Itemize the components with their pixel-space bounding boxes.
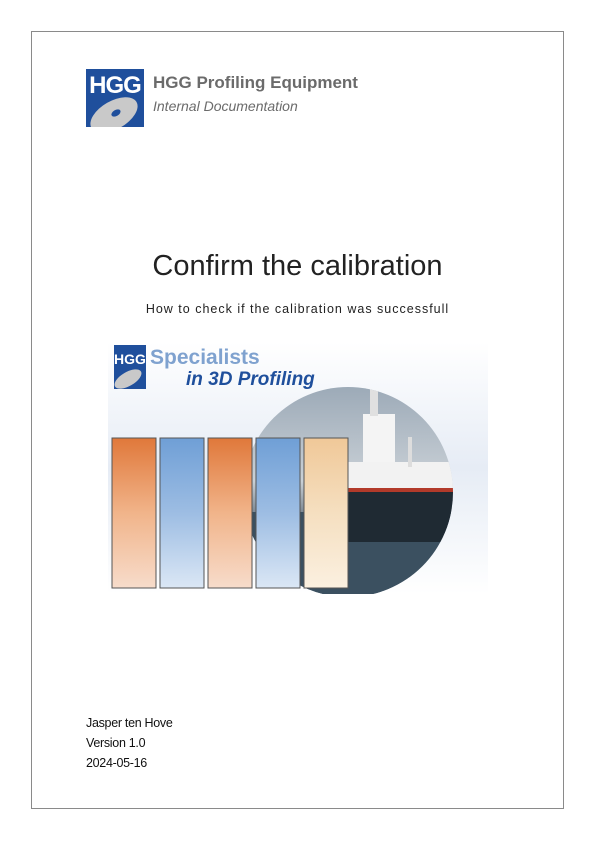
tagline-line1: Specialists: [150, 346, 260, 369]
hgg-logo: HGG: [86, 69, 144, 127]
company-subtitle: Internal Documentation: [153, 98, 298, 114]
version-label: Version 1.0: [86, 736, 146, 750]
cover-image: HGG Specialists in 3D Profiling: [108, 342, 488, 594]
document-subtitle: How to check if the calibration was succ…: [145, 302, 450, 316]
cover-hgg-logo: HGG: [114, 345, 146, 389]
color-strips: [111, 437, 349, 589]
company-name: HGG Profiling Equipment: [153, 73, 358, 92]
cover-logo-text: HGG: [114, 351, 146, 367]
tagline-line2: in 3D Profiling: [186, 369, 315, 390]
document-title: Confirm the calibration: [152, 250, 443, 282]
logo-text: HGG: [89, 72, 142, 99]
document-date: 2024-05-16: [86, 756, 147, 770]
author-name: Jasper ten Hove: [86, 716, 173, 730]
